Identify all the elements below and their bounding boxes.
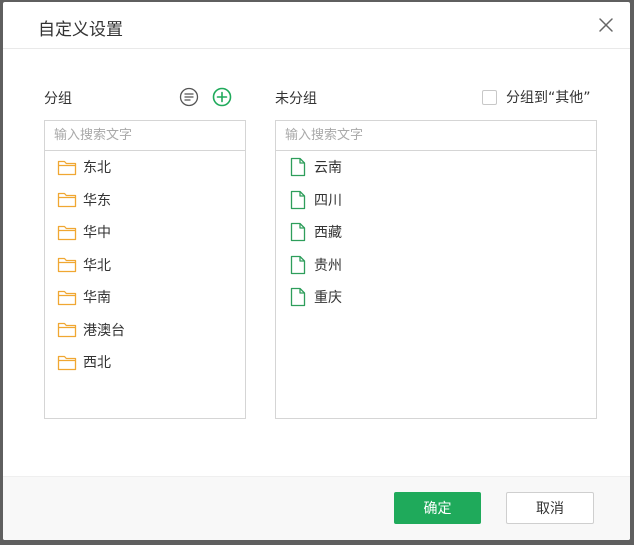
list-item-label: 云南 xyxy=(314,160,342,177)
grouped-list-box: 东北 华东 华中 华北 华南 港澳台 西北 xyxy=(44,120,246,419)
list-item[interactable]: 西北 xyxy=(45,346,245,379)
list-item[interactable]: 华东 xyxy=(45,184,245,217)
list-item-label: 港澳台 xyxy=(83,322,125,339)
grouped-search-input[interactable] xyxy=(45,121,245,151)
add-circle-icon[interactable] xyxy=(211,86,233,108)
ungrouped-search-input[interactable] xyxy=(276,121,596,151)
list-item-label: 华北 xyxy=(83,257,111,274)
document-icon xyxy=(288,255,308,275)
group-to-other-checkbox[interactable]: 分组到“其他” xyxy=(482,87,591,107)
grouped-list: 东北 华东 华中 华北 华南 港澳台 西北 xyxy=(45,151,245,379)
list-item-label: 华南 xyxy=(83,290,111,307)
list-item-label: 贵州 xyxy=(314,257,342,274)
dialog-title: 自定义设置 xyxy=(38,20,123,40)
folder-icon xyxy=(57,320,77,340)
folder-icon xyxy=(57,157,77,177)
folder-icon xyxy=(57,190,77,210)
list-item[interactable]: 四川 xyxy=(276,184,596,217)
list-item-label: 重庆 xyxy=(314,290,342,307)
cancel-button[interactable]: 取消 xyxy=(506,492,594,524)
document-icon xyxy=(288,287,308,307)
list-item-label: 四川 xyxy=(314,192,342,209)
list-item[interactable]: 重庆 xyxy=(276,281,596,314)
list-item[interactable]: 华北 xyxy=(45,249,245,282)
list-item[interactable]: 西藏 xyxy=(276,216,596,249)
folder-icon xyxy=(57,255,77,275)
custom-settings-dialog: 自定义设置 分组 东北 华东 华中 华北 xyxy=(3,2,630,540)
list-item-label: 西藏 xyxy=(314,225,342,242)
ungrouped-label: 未分组 xyxy=(275,91,317,107)
checkbox-box[interactable] xyxy=(482,89,497,105)
ungrouped-list-box: 云南 四川 西藏 贵州 重庆 xyxy=(275,120,597,419)
folder-icon xyxy=(57,287,77,307)
list-item[interactable]: 贵州 xyxy=(276,249,596,282)
document-icon xyxy=(288,190,308,210)
close-icon[interactable] xyxy=(596,15,616,35)
list-item[interactable]: 华中 xyxy=(45,216,245,249)
list-item-label: 东北 xyxy=(83,160,111,177)
list-item[interactable]: 云南 xyxy=(276,151,596,184)
checkbox-label: 分组到“其他” xyxy=(506,90,591,106)
list-item[interactable]: 华南 xyxy=(45,281,245,314)
list-item-label: 华中 xyxy=(83,225,111,242)
document-icon xyxy=(288,222,308,242)
confirm-button[interactable]: 确定 xyxy=(394,492,481,524)
list-item[interactable]: 东北 xyxy=(45,151,245,184)
list-item-label: 华东 xyxy=(83,192,111,209)
ungrouped-list: 云南 四川 西藏 贵州 重庆 xyxy=(276,151,596,314)
document-icon xyxy=(288,157,308,177)
sort-list-icon[interactable] xyxy=(178,86,200,108)
folder-icon xyxy=(57,222,77,242)
list-item-label: 西北 xyxy=(83,355,111,372)
folder-icon xyxy=(57,352,77,372)
grouped-label: 分组 xyxy=(44,91,72,107)
list-item[interactable]: 港澳台 xyxy=(45,314,245,347)
dialog-footer: 确定 取消 xyxy=(3,476,630,540)
dialog-header: 自定义设置 xyxy=(3,2,630,49)
